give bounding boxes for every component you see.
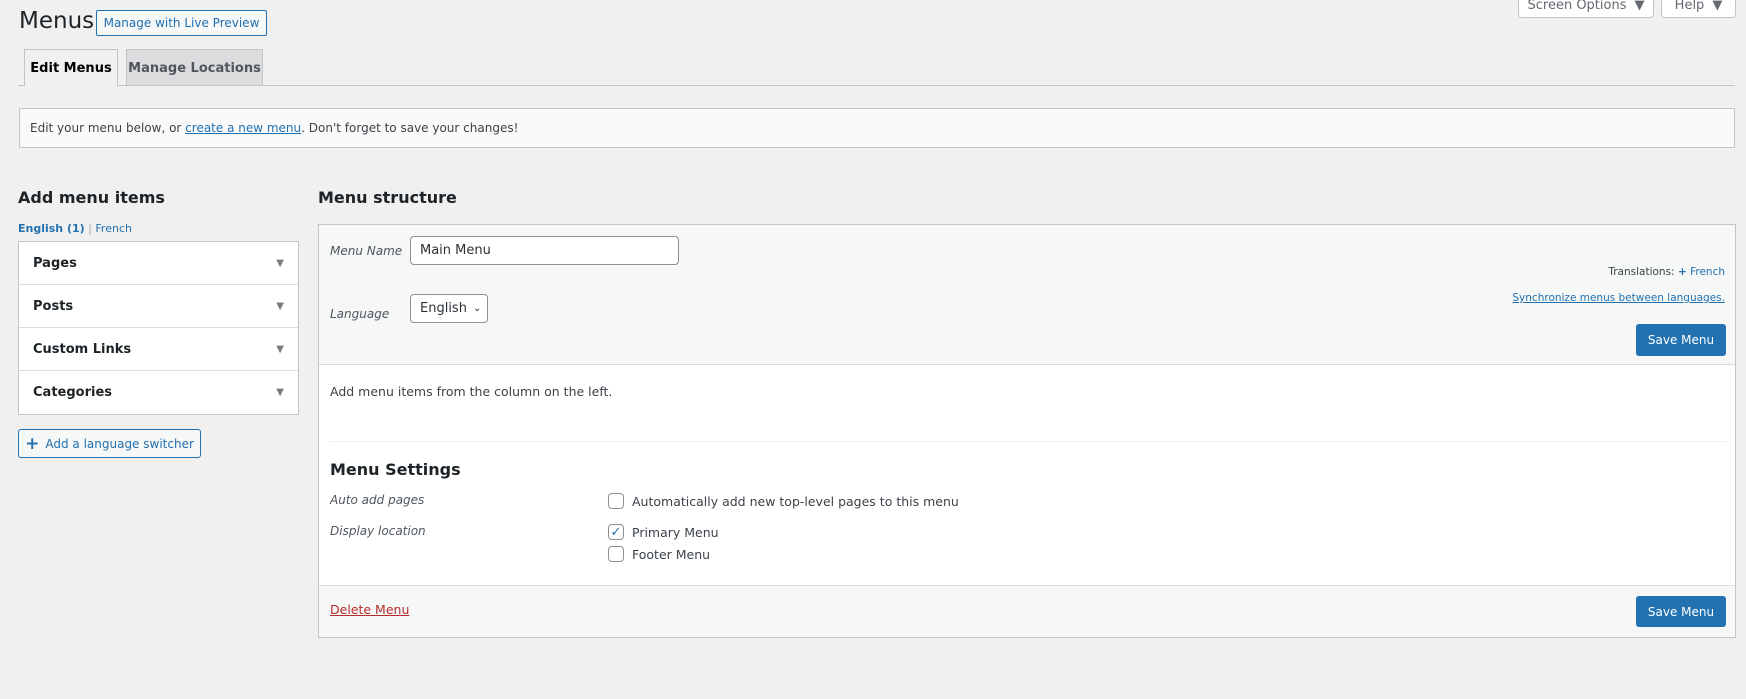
triangle-down-icon: ▼ (276, 300, 284, 312)
tab-edit-menus[interactable]: Edit Menus (24, 49, 118, 86)
menu-name-label: Menu Name (330, 244, 403, 258)
accordion-custom-links[interactable]: Custom Links ▼ (19, 328, 298, 371)
checkmark-icon: ✓ (610, 524, 622, 540)
language-select[interactable]: English ⌄ (410, 294, 488, 323)
primary-menu-checkbox[interactable]: ✓ (608, 524, 624, 540)
save-menu-button[interactable]: Save Menu (1636, 324, 1726, 356)
accordion-pages[interactable]: Pages ▼ (19, 242, 298, 285)
switcher-label: Add a language switcher (45, 436, 194, 451)
location-footer[interactable]: Footer Menu (608, 546, 710, 562)
delete-menu-link[interactable]: Delete Menu (330, 602, 409, 617)
menu-settings-heading: Menu Settings (330, 460, 461, 479)
translation-lang: French (1690, 266, 1725, 278)
accordion-label: Posts (33, 298, 74, 314)
caret-down-icon: ▼ (1712, 0, 1723, 13)
lang-english-link[interactable]: English (1) (18, 222, 85, 235)
tab-divider (18, 85, 1735, 86)
primary-menu-text: Primary Menu (632, 524, 719, 540)
live-preview-button[interactable]: Manage with Live Preview (96, 10, 267, 36)
language-filter: English (1) | French (18, 222, 132, 235)
menu-structure-heading: Menu structure (318, 188, 457, 207)
footer-menu-checkbox[interactable] (608, 546, 624, 562)
sync-menus-link[interactable]: Synchronize menus between languages. (1512, 292, 1725, 304)
save-menu-button-bottom[interactable]: Save Menu (1636, 596, 1726, 627)
add-french-translation-link[interactable]: + French (1678, 266, 1725, 278)
triangle-down-icon: ▼ (276, 387, 284, 398)
accordion-label: Categories (33, 385, 113, 400)
auto-add-checkbox[interactable] (608, 493, 624, 509)
notice-text: Edit your menu below, or (30, 121, 182, 135)
screen-options-button[interactable]: Screen Options ▼ (1518, 0, 1654, 18)
accordion-label: Pages (33, 255, 77, 271)
add-language-switcher-button[interactable]: + Add a language switcher (18, 429, 201, 458)
menu-name-input[interactable]: Main Menu (410, 236, 679, 265)
language-value: English (420, 301, 467, 316)
notice-text-end: . Don't forget to save your changes! (301, 121, 519, 135)
menu-footer: Delete Menu Save Menu (319, 585, 1735, 637)
auto-add-option[interactable]: Automatically add new top-level pages to… (608, 493, 959, 509)
location-primary[interactable]: ✓ Primary Menu (608, 524, 719, 540)
language-label: Language (330, 307, 390, 321)
chevron-down-icon: ⌄ (472, 303, 482, 314)
create-new-menu-link[interactable]: create a new menu (185, 121, 301, 135)
caret-down-icon: ▼ (1634, 0, 1645, 13)
footer-menu-text: Footer Menu (632, 546, 711, 562)
accordion-posts[interactable]: Posts ▼ (19, 285, 298, 328)
lang-french-link[interactable]: French (95, 222, 132, 235)
plus-icon: + (1677, 266, 1687, 278)
accordion-categories[interactable]: Categories ▼ (19, 371, 298, 414)
auto-add-label: Auto add pages (330, 493, 425, 507)
add-items-accordion: Pages ▼ Posts ▼ Custom Links ▼ Categories ▼ (18, 241, 299, 415)
menu-structure-panel: Menu Name Main Menu Language English ⌄ Tr… (318, 224, 1736, 638)
screen-options-label: Screen Options (1527, 0, 1627, 13)
tab-manage-locations[interactable]: Manage Locations (126, 49, 263, 86)
empty-menu-text: Add menu items from the column on the le… (330, 384, 613, 399)
lang-separator: | (88, 222, 92, 235)
help-button[interactable]: Help ▼ (1661, 0, 1736, 18)
page-title: Menus (19, 8, 95, 34)
plus-icon: + (25, 433, 40, 454)
add-menu-items-heading: Add menu items (18, 188, 165, 207)
accordion-label: Custom Links (33, 341, 132, 357)
auto-add-text: Automatically add new top-level pages to… (632, 493, 959, 509)
help-label: Help (1674, 0, 1705, 13)
display-location-label: Display location (330, 524, 426, 538)
divider (330, 441, 1726, 442)
triangle-down-icon: ▼ (276, 343, 284, 355)
triangle-down-icon: ▼ (276, 257, 284, 269)
translations: Translations: + French (1608, 266, 1725, 278)
translations-label: Translations: (1608, 266, 1675, 278)
notice: Edit your menu below, or create a new me… (19, 108, 1735, 148)
